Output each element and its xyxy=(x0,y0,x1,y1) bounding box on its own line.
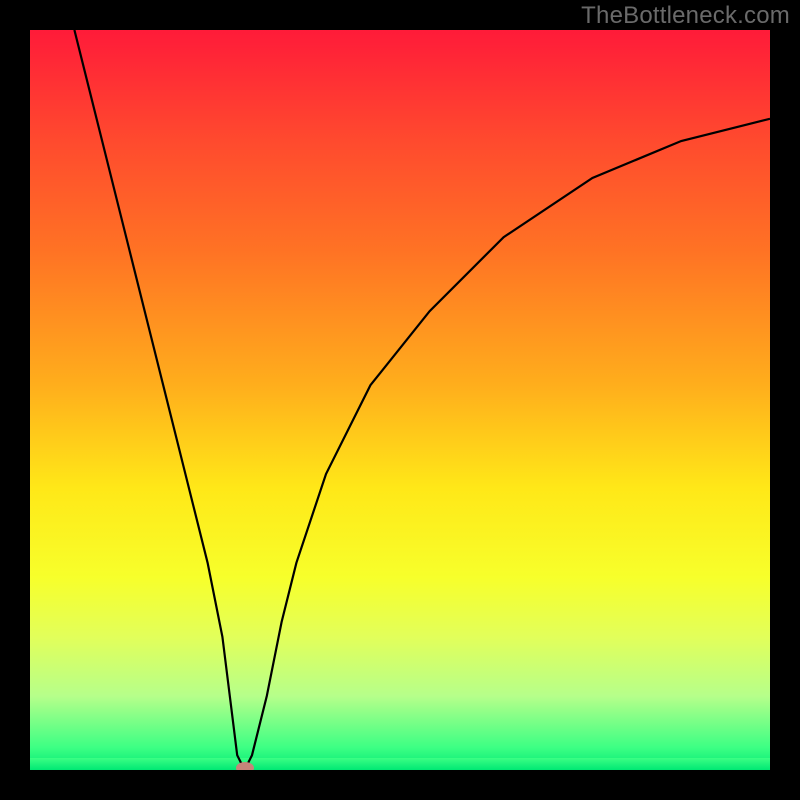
bottleneck-curve xyxy=(30,30,770,770)
plot-area xyxy=(30,30,770,770)
watermark-text: TheBottleneck.com xyxy=(581,2,790,30)
minimum-marker xyxy=(236,762,254,770)
chart-canvas: TheBottleneck.com xyxy=(0,0,800,800)
